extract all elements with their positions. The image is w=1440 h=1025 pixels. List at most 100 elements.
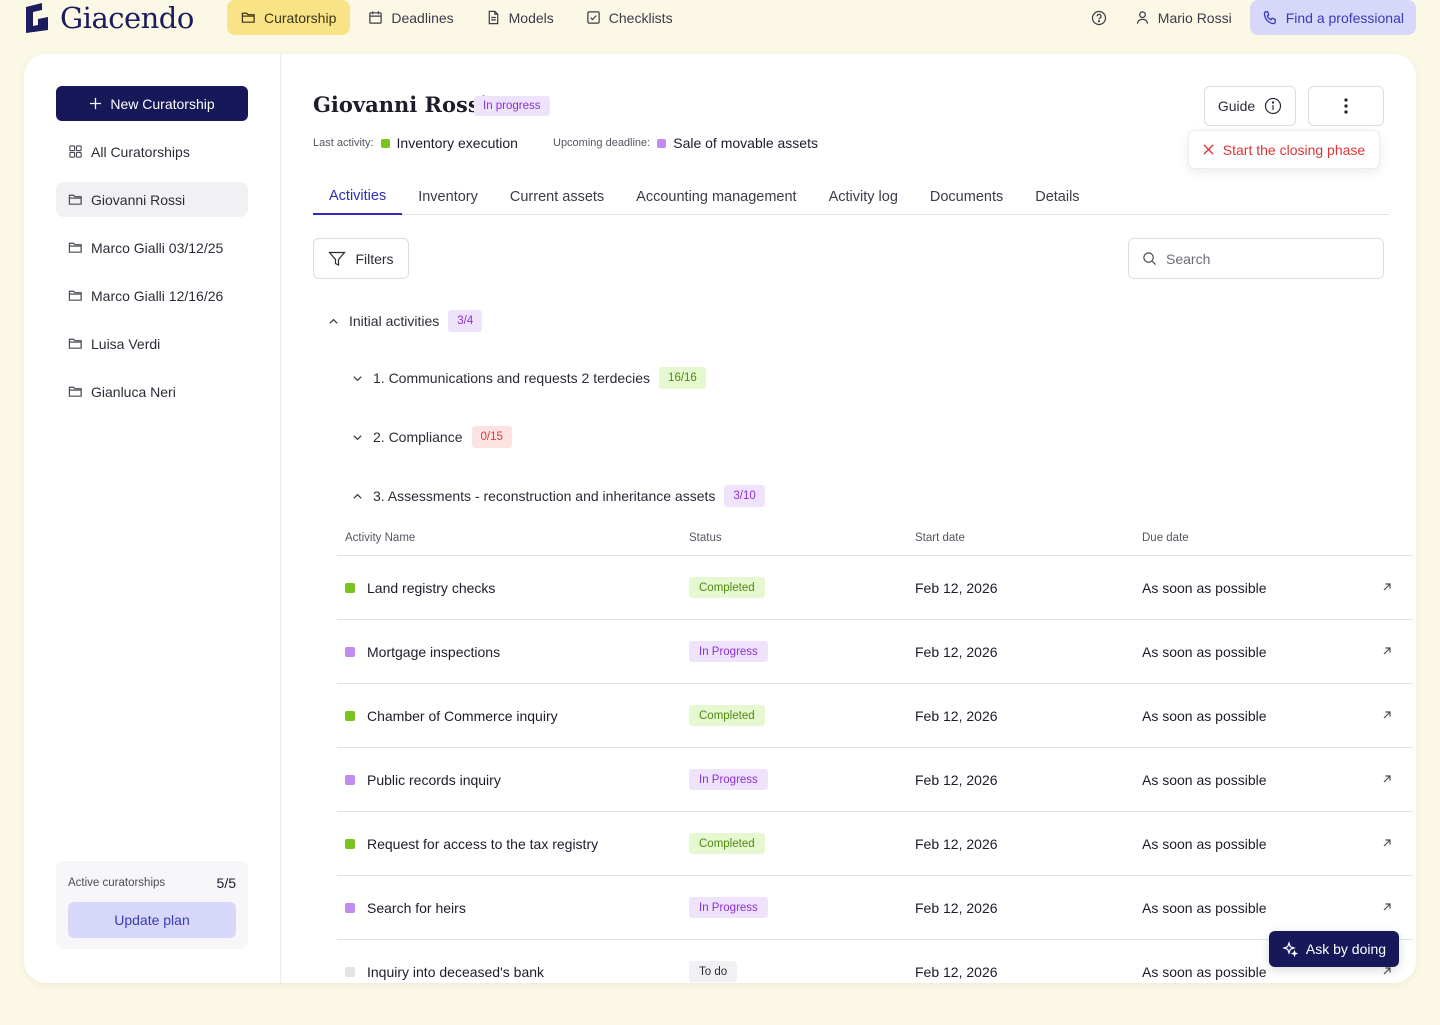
deadline-label: Upcoming deadline: xyxy=(553,137,651,149)
status-badge: In progress xyxy=(474,96,550,116)
status-pill: To do xyxy=(689,961,738,982)
group-label: 2. Compliance xyxy=(373,429,463,445)
status-cell: Completed xyxy=(689,577,765,598)
nav-deadlines[interactable]: Deadlines xyxy=(354,0,467,35)
page-title: Giovanni Rossi xyxy=(313,92,488,117)
sidebar-item-marco-gialli-2[interactable]: Marco Gialli 12/16/26 xyxy=(56,278,248,313)
tab-activities[interactable]: Activities xyxy=(313,179,403,215)
start-date: Feb 12, 2026 xyxy=(915,772,998,788)
column-header: Start date xyxy=(915,532,965,544)
column-header: Activity Name xyxy=(345,532,416,544)
tab-details[interactable]: Details xyxy=(1019,179,1095,215)
plan-label: Active curatorships xyxy=(68,877,166,889)
nav-checklists[interactable]: Checklists xyxy=(572,0,687,35)
ask-by-doing-button[interactable]: Ask by doing xyxy=(1269,931,1399,967)
folder-icon xyxy=(68,386,82,397)
ask-by-doing-label: Ask by doing xyxy=(1305,941,1387,957)
close-icon xyxy=(1203,144,1214,155)
sidebar-item-luisa-verdi[interactable]: Luisa Verdi xyxy=(56,326,248,361)
more-options-button[interactable] xyxy=(1308,86,1384,126)
open-arrow-icon[interactable] xyxy=(1381,645,1393,657)
find-professional-button[interactable]: Find a professional xyxy=(1249,0,1416,35)
table-row[interactable]: Mortgage inspections In Progress Feb 12,… xyxy=(337,620,1413,684)
app-name: Giacendo xyxy=(60,1,194,35)
sidebar-item-giovanni-rossi[interactable]: Giovanni Rossi xyxy=(56,182,248,217)
status-square-icon xyxy=(345,583,355,593)
start-closing-phase-button[interactable]: Start the closing phase xyxy=(1188,130,1380,169)
upcoming-deadline: Upcoming deadline: Sale of movable asset… xyxy=(553,135,818,151)
sidebar-item-gianluca-neri[interactable]: Gianluca Neri xyxy=(56,374,248,409)
phone-icon xyxy=(1263,10,1276,24)
sidebar-item-label: All Curatorships xyxy=(91,143,190,160)
tab-current-assets[interactable]: Current assets xyxy=(494,179,620,215)
status-pill: Completed xyxy=(689,833,765,854)
start-date: Feb 12, 2026 xyxy=(915,708,998,724)
main-card: New Curatorship All Curatorships Giovann… xyxy=(24,54,1416,983)
user-menu[interactable]: Mario Rossi xyxy=(1125,0,1242,35)
sidebar-item-all-curatorships[interactable]: All Curatorships xyxy=(56,134,248,169)
chevron-up-icon xyxy=(353,493,362,499)
top-bar: Giacendo Curatorship Deadlines Models Ch… xyxy=(0,0,1440,36)
app-logo[interactable]: Giacendo xyxy=(24,2,194,34)
group-initial-activities[interactable]: Initial activities 3/4 xyxy=(327,310,483,332)
main-nav: Curatorship Deadlines Models Checklists xyxy=(227,0,687,35)
table-row[interactable]: Chamber of Commerce inquiry Completed Fe… xyxy=(337,684,1413,748)
plan-count: 5/5 xyxy=(216,875,236,891)
filters-button[interactable]: Filters xyxy=(313,238,409,279)
update-plan-button[interactable]: Update plan xyxy=(68,902,236,938)
help-icon xyxy=(1091,10,1106,25)
table-row[interactable]: Inquiry into deceased's bank To do Feb 1… xyxy=(337,940,1413,983)
sidebar-item-label: Giovanni Rossi xyxy=(91,191,186,208)
start-date: Feb 12, 2026 xyxy=(915,644,998,660)
group-communications[interactable]: 1. Communications and requests 2 terdeci… xyxy=(351,367,706,389)
chevron-down-icon xyxy=(353,434,362,440)
table-row[interactable]: Search for heirs In Progress Feb 12, 202… xyxy=(337,876,1413,940)
open-arrow-icon[interactable] xyxy=(1381,709,1393,721)
new-curatorship-label: New Curatorship xyxy=(110,95,215,112)
sidebar-item-marco-gialli-1[interactable]: Marco Gialli 03/12/25 xyxy=(56,230,248,265)
due-date: As soon as possible xyxy=(1142,964,1267,980)
folder-icon xyxy=(68,242,82,253)
new-curatorship-button[interactable]: New Curatorship xyxy=(56,86,248,121)
tab-accounting-management[interactable]: Accounting management xyxy=(620,179,812,215)
nav-label: Curatorship xyxy=(264,9,337,26)
search-input[interactable] xyxy=(1166,250,1366,267)
activity-name: Land registry checks xyxy=(345,580,495,596)
find-professional-label: Find a professional xyxy=(1285,9,1404,26)
table-row[interactable]: Public records inquiry In Progress Feb 1… xyxy=(337,748,1413,812)
help-button[interactable] xyxy=(1081,0,1117,35)
nav-models[interactable]: Models xyxy=(472,0,568,35)
due-date: As soon as possible xyxy=(1142,644,1267,660)
open-arrow-icon[interactable] xyxy=(1381,581,1393,593)
sidebar: New Curatorship All Curatorships Giovann… xyxy=(24,54,281,983)
last-activity: Last activity: Inventory execution xyxy=(313,135,518,151)
due-date: As soon as possible xyxy=(1142,836,1267,852)
group-compliance[interactable]: 2. Compliance 0/15 xyxy=(351,426,512,448)
tab-activity-log[interactable]: Activity log xyxy=(813,179,914,215)
status-pill: In Progress xyxy=(689,641,768,662)
table-row[interactable]: Request for access to the tax registry C… xyxy=(337,812,1413,876)
guide-button[interactable]: Guide xyxy=(1204,86,1296,126)
info-icon xyxy=(1265,97,1282,115)
sidebar-item-label: Gianluca Neri xyxy=(91,383,176,400)
tab-documents[interactable]: Documents xyxy=(914,179,1019,215)
tab-inventory[interactable]: Inventory xyxy=(402,179,494,215)
group-count-badge: 0/15 xyxy=(471,426,512,448)
nav-curatorship[interactable]: Curatorship xyxy=(227,0,351,35)
open-arrow-icon[interactable] xyxy=(1381,837,1393,849)
due-date: As soon as possible xyxy=(1142,772,1267,788)
activity-name-text: Chamber of Commerce inquiry xyxy=(367,708,558,724)
group-count-badge: 16/16 xyxy=(659,367,706,389)
open-arrow-icon[interactable] xyxy=(1381,901,1393,913)
activity-name: Request for access to the tax registry xyxy=(345,836,598,852)
folder-icon xyxy=(68,338,82,349)
activity-name-text: Land registry checks xyxy=(367,580,496,596)
activity-name: Inquiry into deceased's bank xyxy=(345,964,544,980)
table-row[interactable]: Land registry checks Completed Feb 12, 2… xyxy=(337,556,1413,620)
open-arrow-icon[interactable] xyxy=(1381,773,1393,785)
nav-label: Deadlines xyxy=(391,9,454,26)
group-assessments[interactable]: 3. Assessments - reconstruction and inhe… xyxy=(351,485,765,507)
status-cell: Completed xyxy=(689,705,765,726)
status-pill: Completed xyxy=(689,705,765,726)
status-square-icon xyxy=(657,138,667,148)
